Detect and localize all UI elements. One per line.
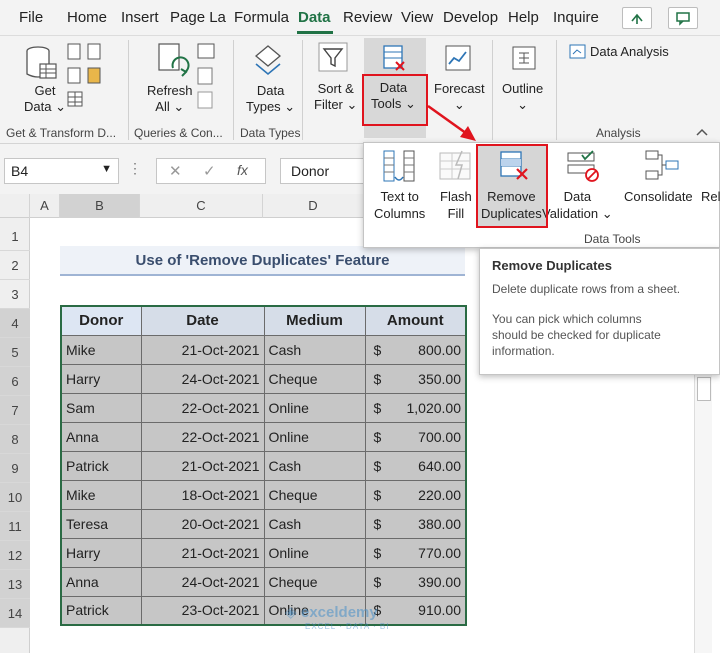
- tooltip-text: should be checked for duplicate: [492, 328, 661, 342]
- tooltip-text: You can pick which columns: [492, 312, 642, 326]
- tooltip-text: information.: [492, 344, 555, 358]
- remove-duplicates-tooltip: Remove Duplicates Delete duplicate rows …: [479, 248, 720, 375]
- tooltip-text: Delete duplicate rows from a sheet.: [492, 282, 681, 296]
- tooltip-title: Remove Duplicates: [492, 258, 612, 273]
